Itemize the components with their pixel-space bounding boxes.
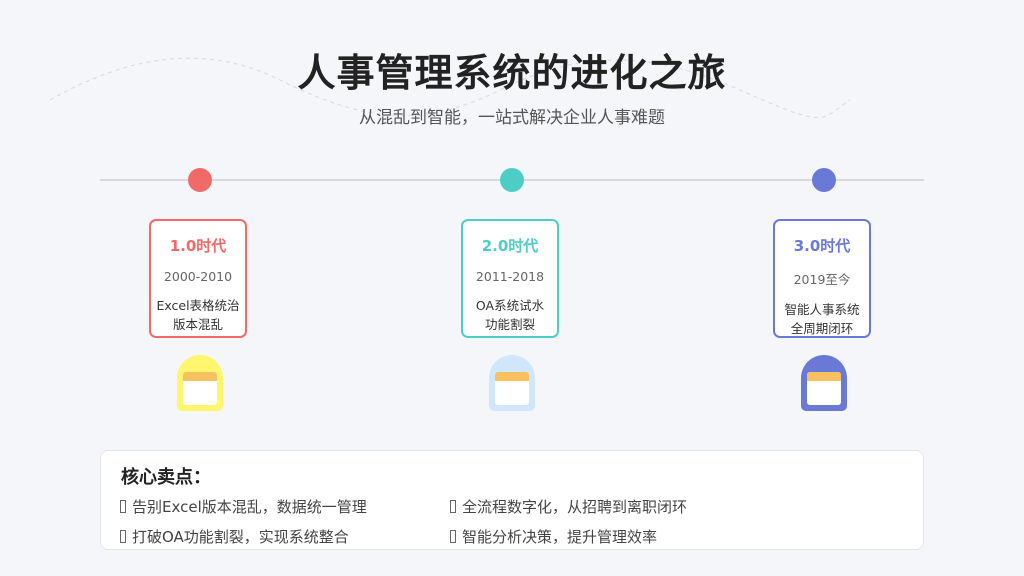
page-subtitle: 从混乱到智能，一站式解决企业人事难题 (359, 108, 665, 128)
era-years: 2019至今 (793, 272, 851, 287)
panel-title: 核心卖点： (121, 467, 211, 488)
timeline-dot-3 (812, 168, 836, 192)
bullet-icon (120, 530, 126, 543)
selling-point-item: 全流程数字化，从招聘到离职闭环 (450, 496, 687, 517)
era-desc-line1: OA系统试水 (475, 298, 545, 313)
era-description: 智能人事系统 全周期闭环 (775, 300, 869, 338)
era-title: 3.0时代 (793, 237, 851, 255)
timeline-dot-2 (500, 168, 524, 192)
era-card-2: 2.0时代 2011-2018 OA系统试水 功能割裂 (461, 219, 559, 338)
bullet-icon (120, 500, 126, 513)
page-title: 人事管理系统的进化之旅 (297, 51, 727, 95)
selling-point-item: 打破OA功能割裂，实现系统整合 (120, 526, 349, 547)
era-card-3: 3.0时代 2019至今 智能人事系统 全周期闭环 (773, 219, 871, 338)
era-years: 2011-2018 (475, 269, 545, 284)
selling-point-item: 告别Excel版本混乱，数据统一管理 (120, 496, 367, 517)
era-years: 2000-2010 (163, 269, 233, 284)
era-description: Excel表格统治 版本混乱 (151, 296, 245, 334)
bullet-icon (450, 500, 456, 513)
era-desc-line2: 版本混乱 (172, 317, 223, 332)
era-desc-line1: 智能人事系统 (784, 302, 860, 317)
era-desc-line2: 功能割裂 (484, 317, 535, 332)
selling-points-panel: 核心卖点： 告别Excel版本混乱，数据统一管理 全流程数字化，从招聘到离职闭环… (100, 450, 924, 550)
document-icon (177, 355, 223, 411)
era-desc-line2: 全周期闭环 (790, 321, 854, 336)
timeline-dot-1 (188, 168, 212, 192)
era-title: 1.0时代 (169, 237, 227, 255)
era-card-1: 1.0时代 2000-2010 Excel表格统治 版本混乱 (149, 219, 247, 338)
era-desc-line1: Excel表格统治 (156, 298, 240, 313)
selling-point-item: 智能分析决策，提升管理效率 (450, 526, 657, 547)
era-description: OA系统试水 功能割裂 (463, 296, 557, 334)
bullet-icon (450, 530, 456, 543)
document-icon (489, 355, 535, 411)
document-icon (801, 355, 847, 411)
era-title: 2.0时代 (481, 237, 539, 255)
